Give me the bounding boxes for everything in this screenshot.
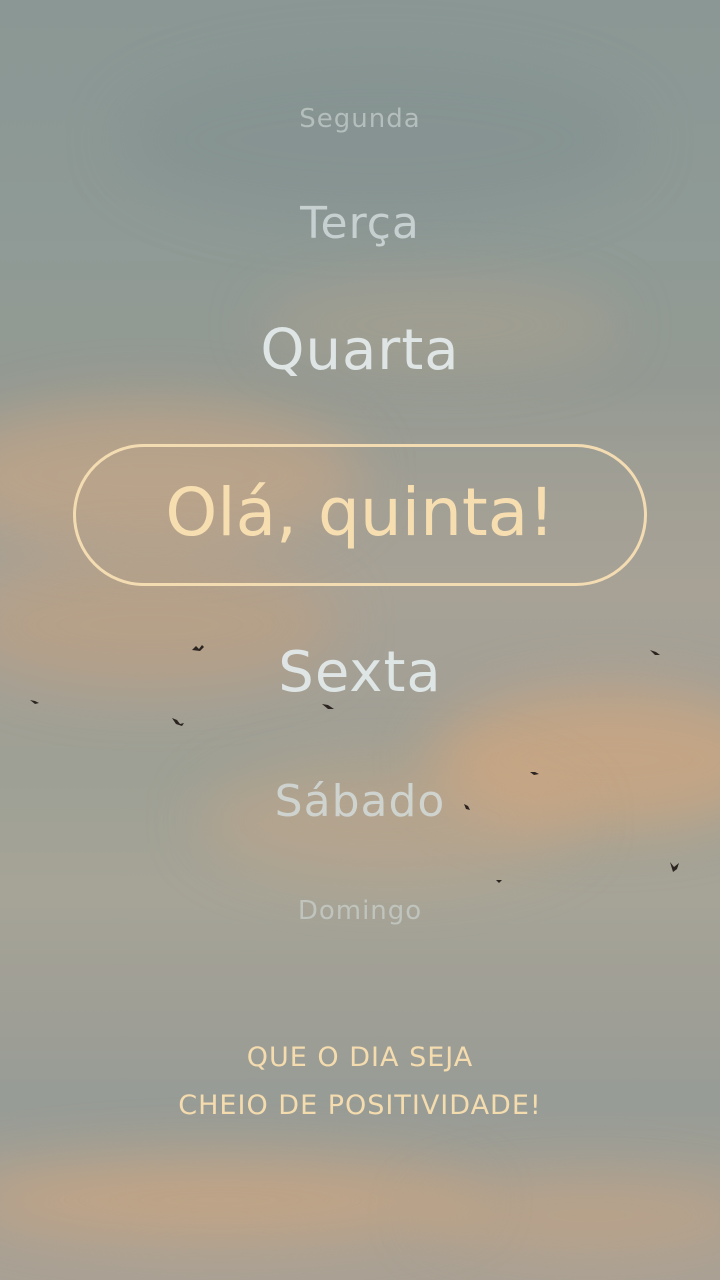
message-line-1: QUE O DIA SEJA — [246, 1042, 474, 1073]
day-thursday-greeting: Olá, quinta! — [165, 474, 555, 551]
day-tuesday: Terça — [300, 198, 420, 249]
day-wednesday: Quarta — [260, 318, 460, 383]
day-monday: Segunda — [299, 104, 421, 134]
day-saturday: Sábado — [274, 776, 446, 827]
bird-icon — [530, 772, 539, 775]
bird-icon — [496, 880, 502, 883]
message-line-2: CHEIO DE POSITIVIDADE! — [178, 1090, 542, 1121]
day-sunday: Domingo — [297, 896, 423, 926]
bird-icon — [670, 862, 679, 872]
bird-icon — [172, 718, 184, 726]
day-friday: Sexta — [278, 640, 442, 705]
